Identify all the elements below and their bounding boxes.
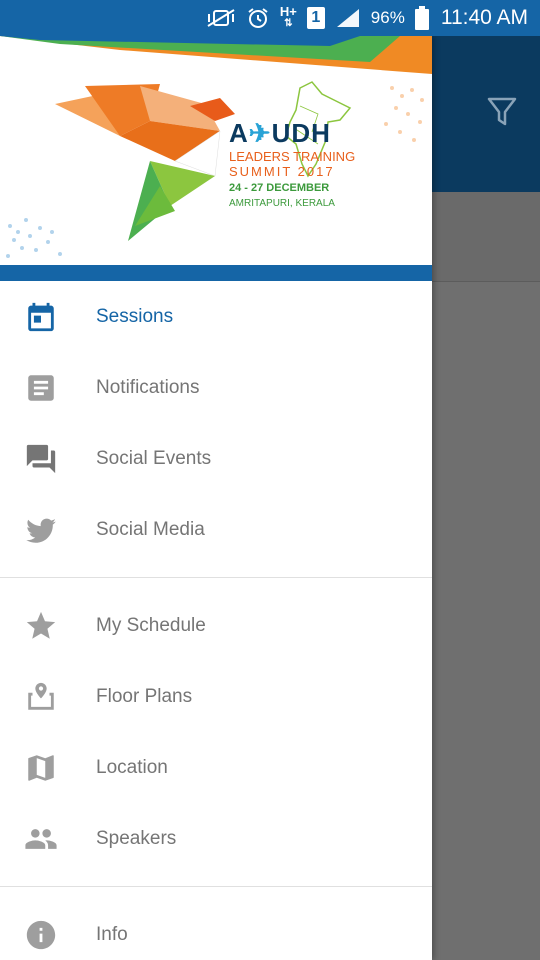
navigation-drawer: A✈UDH LEADERS TRAINING SUMMIT 2017 24 - … — [0, 36, 432, 960]
map-icon — [0, 751, 96, 785]
alarm-icon — [246, 6, 270, 30]
calendar-icon — [0, 300, 96, 334]
menu-item-info[interactable]: Info — [0, 899, 432, 960]
banner-line2: SUMMIT 2017 — [229, 164, 335, 179]
menu-divider — [0, 577, 432, 578]
status-bar: H+ ⇅ 1 96% 11:40 AM — [0, 0, 540, 36]
menu-item-my-schedule[interactable]: My Schedule — [0, 590, 432, 661]
map-pin-icon — [0, 680, 96, 714]
battery-percent: 96% — [370, 8, 405, 27]
menu-divider — [0, 886, 432, 887]
network-type-indicator: H+ ⇅ — [279, 4, 297, 29]
menu-label: Social Media — [96, 518, 205, 540]
header-stripe — [0, 265, 432, 281]
menu-item-notifications[interactable]: Notifications — [0, 352, 432, 423]
menu-label: Info — [96, 923, 128, 945]
menu-item-location[interactable]: Location — [0, 732, 432, 803]
sim-indicator: 1 — [306, 7, 325, 29]
menu-item-sessions[interactable]: Sessions — [0, 281, 432, 352]
menu-item-social-media[interactable]: Social Media — [0, 494, 432, 565]
menu-item-speakers[interactable]: Speakers — [0, 803, 432, 874]
network-type-label: H+ — [279, 4, 297, 19]
brand-logo: A✈UDH — [229, 118, 355, 149]
star-icon — [0, 609, 96, 643]
banner-line1: LEADERS TRAINING — [229, 149, 356, 164]
signal-icon — [335, 7, 361, 29]
menu-label: Notifications — [96, 376, 200, 398]
banner-title-block: A✈UDH LEADERS TRAINING SUMMIT 2017 24 - … — [229, 118, 355, 211]
battery-icon — [414, 6, 429, 30]
banner-place: AMRITAPURI, KERALA — [229, 198, 335, 209]
chat-icon — [0, 442, 96, 476]
brand-logo-part1: A — [229, 118, 249, 148]
twitter-icon — [0, 513, 96, 547]
banner-date: 24 - 27 DECEMBER — [229, 182, 330, 194]
menu-item-floor-plans[interactable]: Floor Plans — [0, 661, 432, 732]
notes-icon — [0, 371, 96, 405]
filter-icon[interactable] — [486, 96, 518, 128]
menu-label: My Schedule — [96, 614, 206, 636]
sim-label: 1 — [311, 9, 321, 26]
menu-item-social-events[interactable]: Social Events — [0, 423, 432, 494]
vibrate-mute-icon — [206, 8, 236, 28]
clock: 11:40 AM — [440, 6, 528, 29]
drawer-menu: Sessions Notifications Social Events Soc… — [0, 281, 432, 960]
menu-label: Floor Plans — [96, 685, 193, 707]
info-icon — [0, 918, 96, 952]
brand-logo-part2: UDH — [271, 118, 331, 148]
summit-banner-art — [0, 36, 432, 258]
menu-label: Location — [96, 756, 168, 778]
bird-glyph: ✈ — [248, 118, 272, 148]
drawer-header: A✈UDH LEADERS TRAINING SUMMIT 2017 24 - … — [0, 36, 432, 266]
people-icon — [0, 822, 96, 856]
menu-label: Sessions — [96, 305, 174, 327]
menu-label: Social Events — [96, 447, 212, 469]
menu-label: Speakers — [96, 827, 177, 849]
